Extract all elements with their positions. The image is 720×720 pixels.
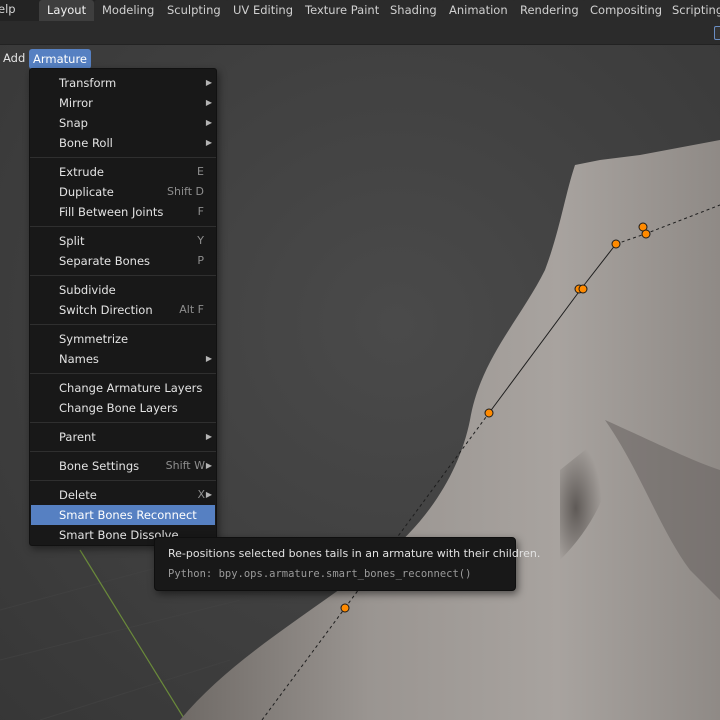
menu-item-change-bone-layers[interactable]: Change Bone Layers [30, 398, 216, 418]
menu-item-label: Change Armature Layers [59, 381, 203, 395]
tooltip-python-path: Python: bpy.ops.armature.smart_bones_rec… [168, 568, 472, 580]
menu-separator [30, 157, 216, 158]
menu-item-smart-bones-reconnect[interactable]: Smart Bones Reconnect [31, 505, 215, 525]
menu-item-label: Transform [59, 76, 117, 90]
menu-item-shortcut: P [197, 254, 204, 267]
menu-item-label: Split [59, 234, 85, 248]
operator-tooltip: Re-positions selected bones tails in an … [154, 537, 540, 591]
menu-item-label: Bone Settings [59, 459, 140, 473]
menu-item-label: Separate Bones [59, 254, 151, 268]
menu-item-shortcut: E [197, 165, 204, 178]
menu-item-switch-direction[interactable]: Switch Direction Alt F [30, 300, 216, 320]
menu-separator [30, 480, 216, 481]
tab-texture-paint[interactable]: Texture Paint [297, 0, 388, 21]
menu-item-label: Symmetrize [59, 332, 129, 346]
menu-item-bone-roll[interactable]: Bone Roll ▶ [30, 133, 216, 153]
submenu-arrow-icon: ▶ [205, 461, 212, 470]
menu-item-label: Delete [59, 488, 97, 502]
submenu-arrow-icon: ▶ [205, 98, 212, 107]
menu-item-shortcut: Shift D [167, 185, 204, 198]
submenu-arrow-icon: ▶ [205, 354, 212, 363]
menu-item-transform[interactable]: Transform ▶ [30, 73, 216, 93]
submenu-arrow-icon: ▶ [205, 490, 212, 499]
menu-item-mirror[interactable]: Mirror ▶ [30, 93, 216, 113]
menu-separator [30, 451, 216, 452]
menu-item-label: Bone Roll [59, 136, 113, 150]
tab-rendering[interactable]: Rendering [512, 0, 587, 21]
tab-compositing[interactable]: Compositing [582, 0, 671, 21]
menu-item-extrude[interactable]: Extrude E [30, 162, 216, 182]
menu-item-subdivide[interactable]: Subdivide [30, 280, 216, 300]
menu-item-bone-settings[interactable]: Bone Settings Shift W ▶ [30, 456, 216, 476]
menu-item-label: Switch Direction [59, 303, 153, 317]
header-toggle-button[interactable] [714, 26, 720, 40]
tab-uv-editing[interactable]: UV Editing [225, 0, 301, 21]
menu-item-snap[interactable]: Snap ▶ [30, 113, 216, 133]
menu-item-names[interactable]: Names ▶ [30, 349, 216, 369]
menu-separator [30, 324, 216, 325]
menu-item-parent[interactable]: Parent ▶ [30, 427, 216, 447]
tooltip-description: Re-positions selected bones tails in an … [168, 547, 541, 560]
submenu-arrow-icon: ▶ [205, 78, 212, 87]
workspace-tab-bar: elp Layout Modeling Sculpting UV Editing… [0, 0, 720, 21]
menu-separator [30, 226, 216, 227]
tab-scripting[interactable]: Scripting [664, 0, 720, 21]
menu-item-shortcut: X [197, 488, 205, 501]
help-menu[interactable]: elp [0, 0, 16, 21]
menu-separator [30, 373, 216, 374]
menu-item-label: Names [59, 352, 99, 366]
menu-item-shortcut: Shift W [165, 459, 205, 472]
menu-item-label: Snap [59, 116, 88, 130]
menu-item-label: Fill Between Joints [59, 205, 164, 219]
submenu-arrow-icon: ▶ [205, 118, 212, 127]
menu-item-label: Mirror [59, 96, 93, 110]
menu-item-label: Parent [59, 430, 96, 444]
submenu-arrow-icon: ▶ [205, 138, 212, 147]
menu-separator [30, 275, 216, 276]
tab-animation[interactable]: Animation [441, 0, 516, 21]
menu-item-change-armature-layers[interactable]: Change Armature Layers [30, 378, 216, 398]
submenu-arrow-icon: ▶ [205, 432, 212, 441]
tab-sculpting[interactable]: Sculpting [159, 0, 229, 21]
menu-item-label: Smart Bones Reconnect [59, 508, 197, 522]
tab-modeling[interactable]: Modeling [94, 0, 163, 21]
menu-item-delete[interactable]: Delete X ▶ [30, 485, 216, 505]
menu-item-label: Extrude [59, 165, 104, 179]
menu-item-symmetrize[interactable]: Symmetrize [30, 329, 216, 349]
armature-dropdown-menu: Transform ▶ Mirror ▶ Snap ▶ Bone Roll ▶ Extr… [29, 68, 217, 546]
menu-item-shortcut: Y [197, 234, 204, 247]
menu-item-label: Duplicate [59, 185, 114, 199]
tab-layout[interactable]: Layout [39, 0, 95, 21]
armature-menu[interactable]: Armature [29, 49, 91, 69]
add-menu[interactable]: Add [0, 48, 28, 68]
menu-separator [30, 422, 216, 423]
menu-item-separate-bones[interactable]: Separate Bones P [30, 251, 216, 271]
menu-item-shortcut: F [197, 205, 204, 218]
menu-item-duplicate[interactable]: Duplicate Shift D [30, 182, 216, 202]
menu-item-split[interactable]: Split Y [30, 231, 216, 251]
menu-item-label: Change Bone Layers [59, 401, 178, 415]
menu-item-fill-between-joints[interactable]: Fill Between Joints F [30, 202, 216, 222]
tab-shading[interactable]: Shading [382, 0, 445, 21]
menu-item-label: Subdivide [59, 283, 116, 297]
editor-header-bar [0, 21, 720, 45]
menu-item-shortcut: Alt F [179, 303, 204, 316]
